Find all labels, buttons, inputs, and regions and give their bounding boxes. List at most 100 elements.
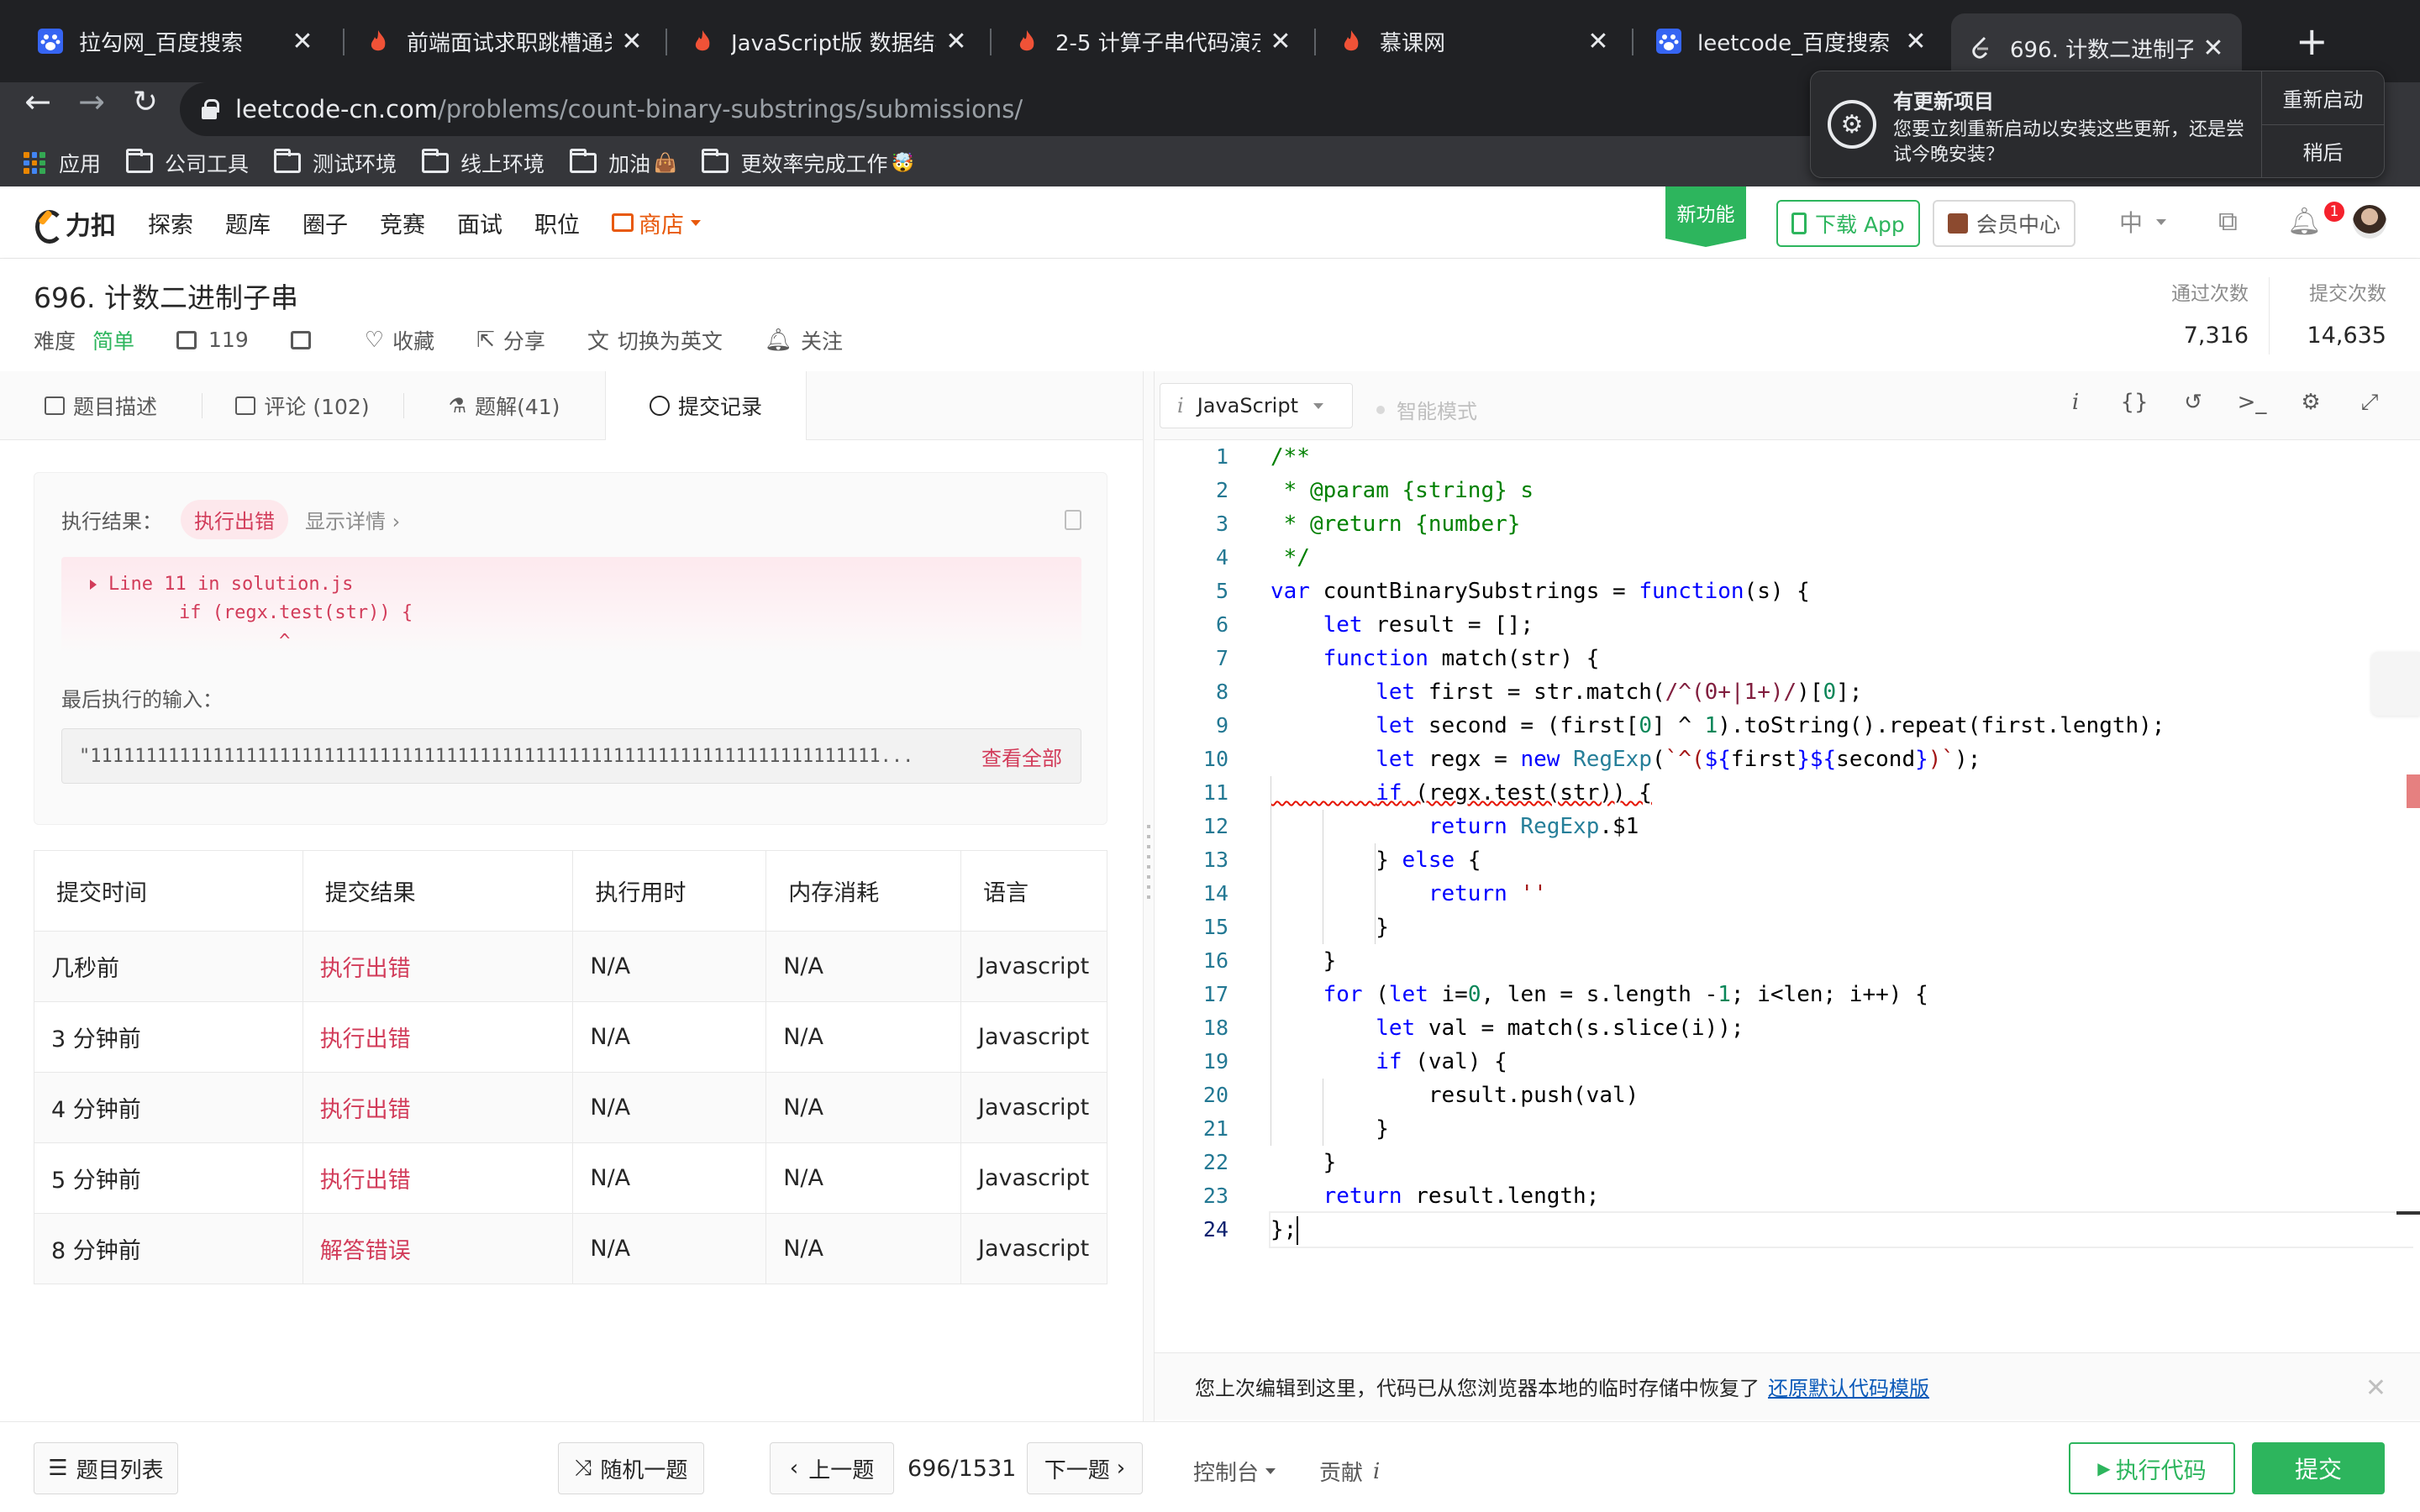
restart-button[interactable]: 重新启动 [2262,71,2384,125]
execution-result-card: 执行结果： 执行出错 显示详情 › Line 11 in solution.js… [34,472,1107,825]
new-feature-ribbon[interactable]: 新功能 [1665,186,1746,247]
new-tab-plus-icon[interactable]: + [2296,18,2328,64]
language-select[interactable]: i JavaScript [1160,383,1353,428]
dislike-button[interactable] [290,330,323,349]
problem-pager: 696/1531 [908,1456,1017,1482]
restore-notice: 您上次编辑到这里，代码已从您浏览器本地的临时存储中恢复了 还原默认代码模版 ✕ [1155,1352,2420,1420]
tab-submissions[interactable]: 提交记录 [605,371,807,440]
smart-mode-toggle[interactable]: 智能模式 [1376,395,1477,424]
submit-button[interactable]: 提交 [2252,1442,2385,1494]
close-icon[interactable]: ✕ [1269,27,1292,56]
close-icon[interactable]: ✕ [620,27,644,56]
nav-item-store[interactable]: 商店 [612,207,701,239]
bell-icon: 🔔︎ [764,327,792,353]
contribute-link[interactable]: 贡献 i [1319,1456,1380,1487]
browser-tab-4[interactable]: 2-5 计算子串代码演示 ✕ [997,13,1309,69]
table-row[interactable]: 5 分钟前 执行出错 N/A N/A Javascript [34,1142,1107,1214]
close-icon[interactable]: ✕ [291,27,314,56]
nav-item-problems[interactable]: 题库 [225,207,271,239]
leetcode-logo-icon [32,207,64,244]
later-button[interactable]: 稍后 [2262,125,2384,178]
like-button[interactable]: 119 [176,328,249,352]
error-message[interactable]: Line 11 in solution.js if (regx.test(str… [61,557,1081,654]
random-problem-button[interactable]: ⤨ 随机一题 [558,1442,704,1494]
bookmark-folder[interactable]: 测试环境 [274,148,397,178]
table-row[interactable]: 几秒前 执行出错 N/A N/A Javascript [34,931,1107,1002]
vip-center-button[interactable]: 会员中心 [1933,200,2076,247]
bookmark-folder[interactable]: 更效率完成工作 🤯 [702,148,914,178]
side-panel-tab[interactable] [2371,652,2420,716]
tab-divider [1632,29,1634,55]
close-icon[interactable]: ✕ [1904,27,1928,56]
nav-item-circle[interactable]: 圈子 [302,207,348,239]
panel-resize-handle[interactable] [1143,371,1155,1421]
table-row[interactable]: 8 分钟前 解答错误 N/A N/A Javascript [34,1213,1107,1284]
column-header: 执行用时 [572,850,767,932]
bookmark-folder[interactable]: 公司工具 [126,148,249,178]
bookmark-apps[interactable]: 应用 [24,148,101,178]
view-all-link[interactable]: 查看全部 [956,742,1081,771]
fullscreen-icon[interactable]: ⤢ [2353,390,2386,416]
submit-result-link[interactable]: 解答错误 [302,1213,574,1284]
nav-item-jobs[interactable]: 职位 [534,207,580,239]
store-bag-icon [612,213,634,232]
info-icon: i [1177,394,1184,417]
reload-icon[interactable]: ↻ [126,82,165,121]
submit-time: 8 分钟前 [34,1213,303,1284]
submit-result-link[interactable]: 执行出错 [302,1142,574,1214]
restore-default-link[interactable]: 还原默认代码模版 [1768,1372,1929,1401]
reset-icon[interactable]: ↺ [2176,390,2210,416]
forward-arrow-icon[interactable]: → [72,82,111,121]
back-arrow-icon[interactable]: ← [18,82,57,121]
playground-icon[interactable]: ⧉ [2218,205,2238,238]
follow-button[interactable]: 🔔︎ 关注 [765,325,843,355]
tab-comments[interactable]: 评论 (102) [202,371,403,440]
run-code-button[interactable]: ▶ 执行代码 [2069,1442,2235,1494]
show-details-link[interactable]: 显示详情 › [305,505,400,534]
submit-result-link[interactable]: 执行出错 [302,931,574,1002]
code-editor[interactable]: 1234 5678 9 10 11 12 13 14 15 16 17 18 19 20 21 22… [1161,440,2413,1351]
next-problem-button[interactable]: 下一题 › [1027,1442,1143,1494]
close-icon[interactable]: ✕ [944,27,968,56]
settings-gear-icon[interactable]: ⚙ [2294,390,2328,416]
format-braces-icon[interactable]: {} [2118,390,2151,416]
column-header: 语言 [960,850,1107,932]
tab-title: 慕课网 [1380,30,1446,56]
browser-tab-2[interactable]: 前端面试求职跳槽通关 ✕ [348,13,660,69]
nav-item-explore[interactable]: 探索 [148,207,193,239]
flame-icon [1338,28,1365,55]
problem-list-button[interactable]: ☰ 题目列表 [34,1442,178,1494]
submit-result-link[interactable]: 执行出错 [302,1001,574,1073]
info-icon[interactable]: i [2059,390,2092,416]
close-icon[interactable]: ✕ [1586,27,1610,56]
browser-tab-3[interactable]: JavaScript版 数据结构 ✕ [672,13,985,69]
console-toggle[interactable]: 控制台 [1193,1456,1276,1487]
terminal-icon[interactable]: >_ [2235,390,2269,416]
browser-tab-1[interactable]: 拉勾网_百度搜索 ✕ [20,13,331,69]
prev-problem-button[interactable]: ‹ 上一题 [770,1442,894,1494]
avatar[interactable] [2353,205,2386,239]
site-logo[interactable]: 力扣 [32,205,116,244]
language: Javascript [960,1001,1107,1073]
switch-english-button[interactable]: 文切换为英文 [587,324,723,355]
copy-icon[interactable] [1065,510,1081,530]
favorite-button[interactable]: ♡ 收藏 [365,325,434,355]
browser-tab-5[interactable]: 慕课网 ✕ [1321,13,1627,69]
tab-description[interactable]: 题目描述 [0,371,202,440]
close-icon[interactable]: ✕ [2365,1373,2386,1403]
nav-item-contest[interactable]: 竞赛 [380,207,425,239]
tab-divider [1314,29,1316,55]
submit-result-link[interactable]: 执行出错 [302,1072,574,1143]
download-app-button[interactable]: 下载 App [1776,200,1920,247]
tab-solutions[interactable]: ⚗ 题解(41) [403,371,605,440]
share-button[interactable]: ⇱ 分享 [476,325,545,355]
table-row[interactable]: 4 分钟前 执行出错 N/A N/A Javascript [34,1072,1107,1143]
language-switch[interactable]: 中 [2119,205,2167,239]
bookmark-folder[interactable]: 加油 👜 [570,148,676,178]
bookmark-folder[interactable]: 线上环境 [422,148,544,178]
table-row[interactable]: 3 分钟前 执行出错 N/A N/A Javascript [34,1001,1107,1073]
close-icon[interactable]: ✕ [2202,34,2225,63]
nav-item-interview[interactable]: 面试 [457,207,502,239]
browser-tab-6[interactable]: leetcode_百度搜索 ✕ [1639,13,1944,69]
bell-icon[interactable]: 🔔︎ [2287,205,2322,237]
